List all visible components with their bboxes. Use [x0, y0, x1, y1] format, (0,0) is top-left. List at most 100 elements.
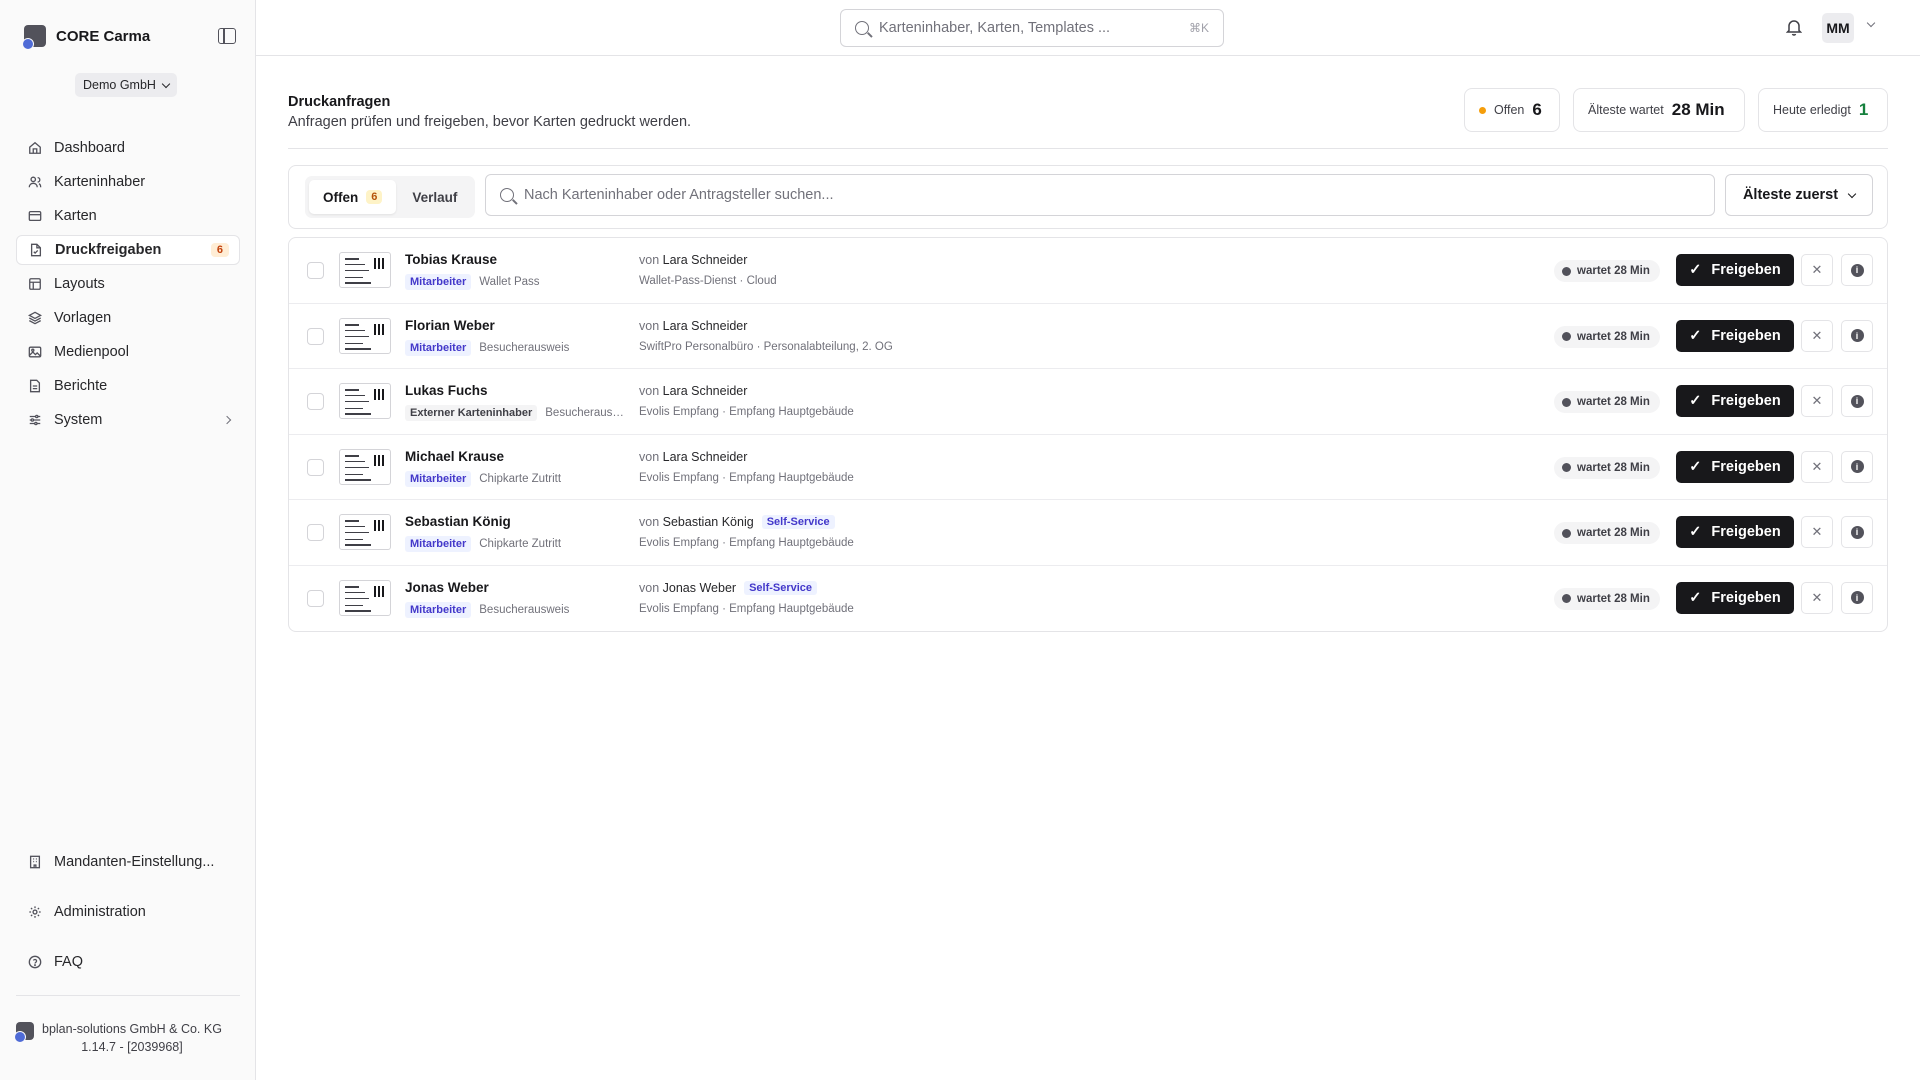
sort-label: Älteste zuerst [1742, 187, 1839, 203]
approve-button[interactable]: ✓ Freigeben [1676, 319, 1794, 352]
close-icon: ✕ [1811, 589, 1823, 605]
table-row[interactable]: Tobias Krause Mitarbeiter Wallet Pass von L… [289, 238, 1887, 304]
cardholder-name[interactable]: Michael Krause [405, 449, 504, 464]
approve-button[interactable]: ✓ Freigeben [1676, 254, 1794, 286]
approve-button[interactable]: ✓ Freigeben [1676, 450, 1794, 483]
close-icon: ✕ [1811, 393, 1823, 409]
layout-icon [28, 277, 42, 291]
requester: von Lara Schneider [639, 253, 747, 267]
sort-select[interactable]: Älteste zuerst [1725, 174, 1873, 216]
tab-history[interactable]: Verlauf [398, 180, 471, 214]
approve-label: Freigeben [1711, 393, 1781, 410]
stat-done-value: 1 [1858, 100, 1869, 119]
tenant-switcher[interactable]: Demo GmbH [75, 73, 177, 97]
cardholder-name[interactable]: Florian Weber [405, 318, 495, 333]
sidebar-toggle-icon[interactable] [218, 28, 236, 44]
sidebar-item-karten[interactable]: Karten [16, 201, 240, 231]
wait-text: wartet 28 Min [1577, 265, 1650, 277]
cardholder-name[interactable]: Lukas Fuchs [405, 383, 488, 398]
sidebar-item-administration[interactable]: Administration [16, 897, 240, 927]
sidebar-item-faq[interactable]: FAQ [16, 947, 240, 977]
sidebar-item-dashboard[interactable]: Dashboard [16, 133, 240, 163]
qr-code-icon [374, 585, 385, 597]
stat-done: Heute erledigt 1 [1758, 88, 1888, 132]
reject-button[interactable]: ✕ [1801, 254, 1833, 286]
sidebar-item-berichte[interactable]: Berichte [16, 371, 240, 401]
cardholder-name[interactable]: Jonas Weber [405, 580, 489, 595]
row-checkbox[interactable] [307, 458, 324, 476]
table-row[interactable]: Florian Weber Mitarbeiter Besucherausweis v… [289, 304, 1887, 370]
row-checkbox[interactable] [307, 327, 324, 345]
nav-count-badge: 6 [210, 243, 229, 257]
report-icon [28, 379, 42, 393]
sidebar-item-label: FAQ [54, 954, 84, 970]
info-button[interactable]: i [1841, 385, 1873, 418]
info-button[interactable]: i [1841, 450, 1873, 483]
sidebar-item-vorlagen[interactable]: Vorlagen [16, 303, 240, 333]
check-icon: ✓ [1689, 327, 1702, 344]
thumb-line [345, 401, 369, 403]
row-checkbox[interactable] [307, 393, 324, 411]
printer-location: Wallet-Pass-Dienst · Cloud [639, 275, 777, 287]
approve-button[interactable]: ✓ Freigeben [1676, 581, 1794, 614]
role-badge: Mitarbeiter [405, 601, 472, 618]
stat-open-label: Offen [1494, 103, 1525, 117]
reject-button[interactable]: ✕ [1801, 319, 1833, 352]
thumb-barcode [345, 413, 371, 416]
avatar[interactable]: MM [1822, 13, 1854, 43]
wait-text: wartet 28 Min [1577, 396, 1650, 409]
thumb-line [345, 342, 363, 344]
sidebar-item-label: Layouts [54, 276, 105, 292]
thumb-line [345, 270, 369, 271]
requester-prefix: von [639, 253, 660, 267]
wait-badge: wartet 28 Min [1554, 325, 1660, 348]
self-service-badge: Self-Service [744, 580, 818, 595]
qr-code-icon [374, 258, 385, 269]
row-checkbox[interactable] [307, 262, 324, 279]
sidebar-item-layouts[interactable]: Layouts [16, 269, 240, 299]
role-badge: Mitarbeiter [405, 536, 472, 553]
info-button[interactable]: i [1841, 581, 1873, 614]
sidebar-item-karteninhaber[interactable]: Karteninhaber [16, 167, 240, 197]
table-row[interactable]: Jonas Weber Mitarbeiter Besucherausweis von… [289, 566, 1887, 631]
table-row[interactable]: Lukas Fuchs Externer Karteninhaber Besuche… [289, 369, 1887, 435]
card-icon [28, 209, 42, 223]
info-button[interactable]: i [1841, 254, 1873, 286]
sidebar-item-druckfreigaben[interactable]: Druckfreigaben 6 [16, 235, 240, 265]
approve-button[interactable]: ✓ Freigeben [1676, 385, 1794, 418]
card-preview-thumbnail [339, 252, 391, 288]
reject-button[interactable]: ✕ [1801, 516, 1833, 549]
info-button[interactable]: i [1841, 516, 1873, 549]
sidebar-item-mandanten[interactable]: Mandanten-Einstellung... [16, 847, 240, 877]
info-button[interactable]: i [1841, 319, 1873, 352]
tab-open[interactable]: Offen 6 [309, 180, 397, 214]
sidebar-item-medienpool[interactable]: Medienpool [16, 337, 240, 367]
thumb-line [345, 539, 363, 541]
filter-bar: Offen 6 Verlauf Nach Karteninhaber oder … [288, 165, 1888, 229]
sidebar-footer: bplan-solutions GmbH & Co. KG 1.14.7 - [… [14, 995, 240, 1056]
cardholder-name[interactable]: Tobias Krause [405, 252, 497, 267]
thumb-barcode [345, 282, 371, 284]
bell-icon[interactable] [1786, 18, 1802, 36]
thumb-line [345, 532, 369, 534]
role-badge: Mitarbeiter [405, 274, 472, 290]
reject-button[interactable]: ✕ [1801, 450, 1833, 483]
qr-code-icon [374, 454, 385, 466]
row-checkbox[interactable] [307, 589, 324, 607]
wait-text: wartet 28 Min [1577, 461, 1650, 474]
row-checkbox[interactable] [307, 524, 324, 542]
role-badge: Mitarbeiter [405, 339, 472, 356]
global-search-input[interactable]: Karteninhaber, Karten, Templates ... ⌘K [840, 9, 1224, 47]
user-menu-chevron-icon[interactable] [1866, 18, 1876, 28]
request-search-input[interactable]: Nach Karteninhaber oder Antragsteller su… [485, 174, 1715, 216]
approve-button[interactable]: ✓ Freigeben [1676, 516, 1794, 549]
reject-button[interactable]: ✕ [1801, 581, 1833, 614]
table-row[interactable]: Michael Krause Mitarbeiter Chipkarte Zutri… [289, 435, 1887, 501]
info-icon: i [1850, 460, 1864, 474]
reject-button[interactable]: ✕ [1801, 385, 1833, 418]
approve-label: Freigeben [1711, 262, 1781, 278]
wait-badge: wartet 28 Min [1554, 587, 1660, 610]
sidebar-item-system[interactable]: System [16, 405, 240, 435]
cardholder-name[interactable]: Sebastian König [405, 514, 511, 529]
table-row[interactable]: Sebastian König Mitarbeiter Chipkarte Zutr… [289, 500, 1887, 566]
